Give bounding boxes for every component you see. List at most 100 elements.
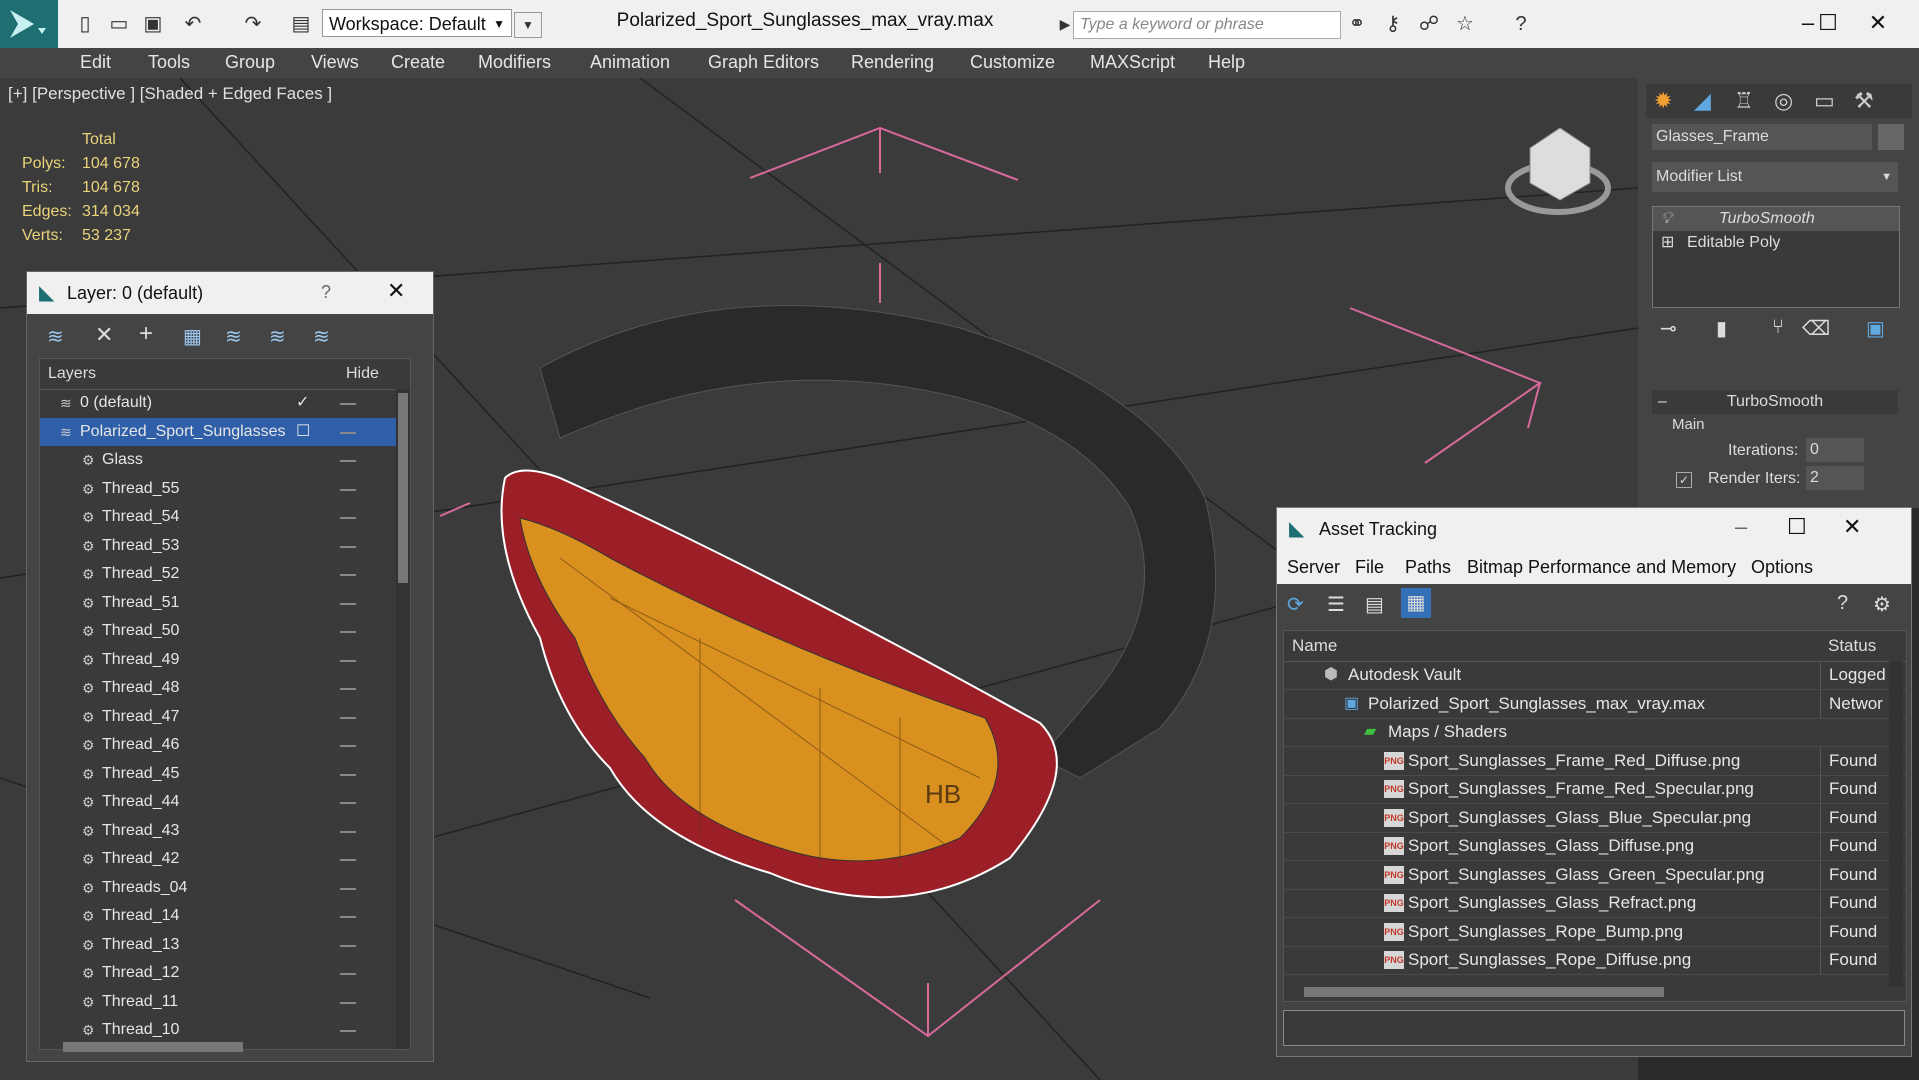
asset-row[interactable]: PNG Sport_Sunglasses_Frame_Red_Diffuse.pn… bbox=[1284, 746, 1906, 776]
close-icon[interactable]: ✕ bbox=[387, 278, 405, 304]
asset-menu-server[interactable]: Server bbox=[1287, 557, 1340, 578]
menu-tools[interactable]: Tools bbox=[148, 52, 190, 73]
asset-menu-bitmap[interactable]: Bitmap Performance and Memory bbox=[1467, 557, 1736, 578]
layer-row-child[interactable]: ⚙ Thread_12 bbox=[40, 959, 396, 987]
binoculars-icon[interactable]: ⚭ bbox=[1344, 12, 1370, 36]
menu-help[interactable]: Help bbox=[1208, 52, 1245, 73]
layer-row-child[interactable]: ⚙ Thread_14 bbox=[40, 902, 396, 930]
lightbulb-icon[interactable]: 💡︎ bbox=[1661, 207, 1672, 231]
table-view-icon[interactable]: ▦ bbox=[1401, 588, 1431, 618]
viewport-label[interactable]: [+] [Perspective ] [Shaded + Edged Faces… bbox=[8, 84, 332, 104]
layer-row-child[interactable]: ⚙ Threads_04 bbox=[40, 874, 396, 902]
show-end-result-icon[interactable]: ▮ bbox=[1716, 316, 1727, 341]
hide-toggle[interactable] bbox=[340, 602, 356, 605]
layer-row-child[interactable]: ⚙ Glass bbox=[40, 446, 396, 474]
maximize-icon[interactable]: ☐ bbox=[1787, 514, 1807, 540]
delete-layer-icon[interactable]: ✕ bbox=[95, 322, 113, 348]
iterations-spinner[interactable]: 0 bbox=[1806, 438, 1864, 462]
freeze-all-layers-icon[interactable]: ≋ bbox=[313, 324, 330, 349]
workspace-dropdown[interactable]: Workspace: Default ▼ bbox=[322, 9, 512, 37]
hide-toggle[interactable] bbox=[340, 1001, 356, 1004]
asset-menu-options[interactable]: Options bbox=[1751, 557, 1813, 578]
highlight-layer-icon[interactable]: ≋ bbox=[225, 324, 242, 349]
col-name[interactable]: Name bbox=[1292, 631, 1337, 661]
layer-row-child[interactable]: ⚙ Thread_43 bbox=[40, 817, 396, 845]
menu-animation[interactable]: Animation bbox=[590, 52, 670, 73]
layer-row-child[interactable]: ⚙ Thread_48 bbox=[40, 674, 396, 702]
display-tab-icon[interactable]: ▭ bbox=[1814, 88, 1835, 114]
asset-hscroll-thumb[interactable] bbox=[1304, 987, 1664, 997]
modifier-list-dropdown[interactable]: Modifier List ▼ bbox=[1652, 162, 1898, 192]
vault-help-icon[interactable]: ? bbox=[1837, 592, 1848, 615]
maximize-icon[interactable]: ☐ bbox=[1808, 8, 1848, 38]
layer-row-child[interactable]: ⚙ Thread_45 bbox=[40, 760, 396, 788]
layer-row-child[interactable]: ⚙ Thread_11 bbox=[40, 988, 396, 1016]
hide-toggle[interactable] bbox=[340, 773, 356, 776]
utilities-tab-icon[interactable]: ⚒ bbox=[1854, 88, 1874, 114]
asset-row[interactable]: PNG Sport_Sunglasses_Frame_Red_Specular.p… bbox=[1284, 775, 1906, 804]
active-layer-check-icon[interactable]: ✓ bbox=[296, 389, 309, 417]
layer-row-child[interactable]: ⚙ Thread_47 bbox=[40, 703, 396, 731]
layer-row-active[interactable]: ≋ Polarized_Sport_Sunglasses ☐ bbox=[40, 417, 396, 446]
layer-row-child[interactable]: ⚙ Thread_10 bbox=[40, 1016, 396, 1044]
scrollbar-thumb[interactable] bbox=[398, 393, 408, 583]
menu-customize[interactable]: Customize bbox=[970, 52, 1055, 73]
hide-toggle[interactable] bbox=[340, 688, 356, 690]
add-to-layer-icon[interactable]: + bbox=[139, 320, 153, 348]
subscription-icon[interactable]: ☍ bbox=[1416, 12, 1442, 36]
hide-toggle[interactable] bbox=[340, 830, 356, 833]
col-hide[interactable]: Hide bbox=[346, 359, 379, 389]
asset-dialog-titlebar[interactable]: ◣ Asset Tracking – ☐ ✕ bbox=[1277, 508, 1911, 550]
hide-toggle[interactable] bbox=[340, 659, 356, 662]
layer-row-default[interactable]: ≋ 0 (default) ✓ bbox=[40, 389, 396, 417]
layer-row-child[interactable]: ⚙ Thread_46 bbox=[40, 731, 396, 759]
new-file-icon[interactable]: ▯ bbox=[72, 12, 98, 36]
layer-row-child[interactable]: ⚙ Thread_49 bbox=[40, 646, 396, 674]
layer-row-child[interactable]: ⚙ Thread_54 bbox=[40, 503, 396, 531]
make-unique-icon[interactable]: ⑂ bbox=[1772, 316, 1784, 339]
star-icon[interactable]: ☆ bbox=[1452, 12, 1478, 36]
vault-settings-icon[interactable]: ⚙ bbox=[1873, 592, 1891, 617]
hide-toggle[interactable] bbox=[340, 973, 356, 975]
hide-toggle[interactable] bbox=[340, 716, 356, 719]
hide-toggle[interactable] bbox=[340, 1030, 356, 1032]
pin-stack-icon[interactable]: ⊸ bbox=[1660, 316, 1677, 341]
asset-row[interactable]: PNG Sport_Sunglasses_Glass_Refract.png Fou… bbox=[1284, 889, 1906, 918]
hide-toggle[interactable] bbox=[340, 517, 356, 519]
col-layers[interactable]: Layers bbox=[48, 359, 96, 389]
layer-row-child[interactable]: ⚙ Thread_44 bbox=[40, 788, 396, 816]
layer-row-child[interactable]: ⚙ Thread_50 bbox=[40, 617, 396, 645]
hide-toggle[interactable] bbox=[340, 403, 356, 405]
expand-plus-icon[interactable]: ⊞ bbox=[1661, 231, 1674, 255]
render-iters-checkbox[interactable]: ✓ bbox=[1676, 472, 1692, 488]
hide-toggle[interactable] bbox=[340, 631, 356, 633]
layer-row-child[interactable]: ⚙ Thread_55 bbox=[40, 475, 396, 503]
open-file-icon[interactable]: ▭ bbox=[106, 12, 132, 36]
col-status[interactable]: Status bbox=[1828, 631, 1876, 661]
asset-row[interactable]: ▣ Polarized_Sport_Sunglasses_max_vray.max… bbox=[1284, 689, 1906, 719]
hide-toggle[interactable] bbox=[340, 859, 356, 861]
menu-create[interactable]: Create bbox=[391, 52, 445, 73]
minimize-icon[interactable]: – bbox=[1735, 514, 1747, 540]
app-logo-icon[interactable] bbox=[0, 0, 58, 48]
layer-row-child[interactable]: ⚙ Thread_53 bbox=[40, 532, 396, 560]
hide-toggle[interactable] bbox=[340, 574, 356, 576]
hide-toggle[interactable] bbox=[340, 887, 356, 890]
hierarchy-tab-icon[interactable]: ♖ bbox=[1734, 88, 1754, 114]
asset-row[interactable]: PNG Sport_Sunglasses_Glass_Green_Specular… bbox=[1284, 860, 1906, 890]
layer-hscroll-thumb[interactable] bbox=[63, 1042, 243, 1052]
hide-toggle[interactable] bbox=[340, 545, 356, 548]
object-name-field[interactable]: Glasses_Frame bbox=[1652, 124, 1872, 150]
modify-tab-icon[interactable]: ◢ bbox=[1694, 88, 1711, 114]
asset-row[interactable]: PNG Sport_Sunglasses_Rope_Bump.png Found bbox=[1284, 917, 1906, 947]
menu-maxscript[interactable]: MAXScript bbox=[1090, 52, 1175, 73]
turbosmooth-rollout-header[interactable]: – TurboSmooth bbox=[1652, 390, 1898, 414]
help-icon[interactable]: ? bbox=[1508, 12, 1534, 36]
hide-toggle[interactable] bbox=[340, 944, 356, 947]
layer-dialog-titlebar[interactable]: ◣ Layer: 0 (default) ? ✕ bbox=[27, 272, 433, 314]
menu-views[interactable]: Views bbox=[311, 52, 359, 73]
menu-modifiers[interactable]: Modifiers bbox=[478, 52, 551, 73]
close-icon[interactable]: ✕ bbox=[1843, 514, 1861, 540]
list-view-icon[interactable]: ☰ bbox=[1327, 592, 1345, 617]
undo-icon[interactable]: ↶ bbox=[180, 12, 206, 36]
